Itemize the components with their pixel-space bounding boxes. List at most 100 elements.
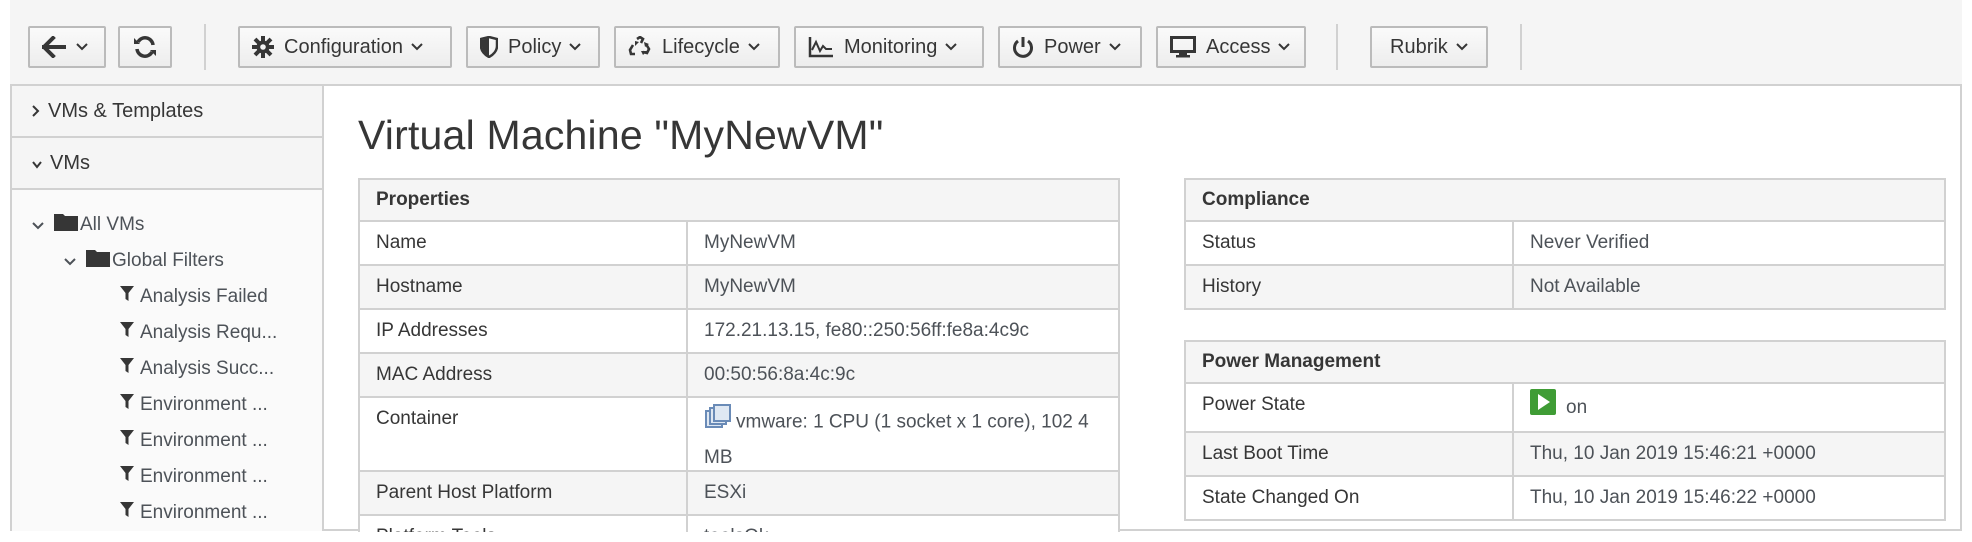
arrow-left-icon: [42, 36, 66, 58]
tree-filter-item[interactable]: Analysis Requ...: [120, 318, 277, 348]
tree-node-all-vms[interactable]: All VMs: [32, 210, 144, 240]
tree-node-label: Analysis Failed: [140, 286, 268, 307]
chevron-down-icon[interactable]: [32, 214, 48, 236]
configuration-menu-button[interactable]: Configuration: [238, 26, 452, 68]
table-row: Power State on: [1186, 384, 1944, 433]
power-icon: [1012, 36, 1034, 58]
chevron-down-icon: [1456, 43, 1468, 51]
gear-icon: [252, 36, 274, 58]
toolbar-separator: [1336, 24, 1338, 70]
power-label: Power: [1044, 35, 1101, 58]
property-value: ESXi: [704, 482, 747, 503]
table-row: History Not Available: [1186, 266, 1944, 308]
tree-filter-item[interactable]: Analysis Failed: [120, 282, 268, 312]
refresh-icon: [133, 35, 157, 59]
compliance-panel: Compliance Status Never Verified History…: [1184, 178, 1946, 310]
chevron-down-icon: [32, 152, 42, 175]
monitoring-menu-button[interactable]: Monitoring: [794, 26, 984, 68]
chevron-down-icon[interactable]: [64, 250, 80, 272]
rubrik-label: Rubrik: [1390, 35, 1448, 58]
table-row: IP Addresses 172.21.13.15, fe80::250:56f…: [360, 310, 1118, 354]
panel-heading: Properties: [360, 180, 1118, 222]
property-key: History: [1186, 266, 1514, 308]
tree-node-label: Analysis Succ...: [140, 358, 275, 379]
panel-heading: Compliance: [1186, 180, 1944, 222]
properties-panel: Properties Name MyNewVM Hostname MyNewVM…: [358, 178, 1120, 532]
recycle-icon: [628, 36, 652, 58]
property-value-container: vmware: 1 CPU (1 socket x 1 core), 102 4…: [688, 398, 1118, 470]
property-key: State Changed On: [1186, 477, 1514, 519]
lifecycle-label: Lifecycle: [662, 35, 740, 58]
property-key: Parent Host Platform: [360, 472, 688, 514]
property-key: Status: [1186, 222, 1514, 264]
filter-icon: [120, 358, 134, 380]
tree-node-global-filters[interactable]: Global Filters: [64, 246, 224, 276]
tree-node-label: All VMs: [80, 214, 145, 235]
toolbar-separator: [204, 24, 206, 70]
property-value: toolsOk: [688, 516, 784, 532]
chevron-down-icon: [1278, 43, 1291, 51]
chevron-down-icon: [945, 43, 958, 51]
property-value: Not Available: [1530, 276, 1641, 297]
power-management-panel: Power Management Power State on Last Boo…: [1184, 340, 1946, 521]
property-value: on: [1566, 396, 1588, 418]
tree-filter-item[interactable]: Environment ...: [120, 426, 268, 456]
tree-filter-item[interactable]: Environment ...: [120, 498, 268, 528]
property-value: Thu, 10 Jan 2019 15:46:21 +0000: [1530, 443, 1816, 464]
property-key: Hostname: [360, 266, 688, 308]
configuration-label: Configuration: [284, 35, 403, 58]
accordion-label: VMs: [50, 151, 90, 174]
tree-filter-item[interactable]: Environment ...: [120, 390, 268, 420]
tree-node-label: Environment ...: [140, 466, 268, 487]
vmware-icon: [704, 403, 732, 442]
toolbar: Configuration Policy Lifecycle Monitorin…: [10, 0, 1962, 86]
table-row: State Changed On Thu, 10 Jan 2019 15:46:…: [1186, 477, 1944, 519]
power-menu-button[interactable]: Power: [998, 26, 1142, 68]
property-key: Last Boot Time: [1186, 433, 1514, 475]
reload-button[interactable]: [118, 26, 172, 68]
property-value: vmware: 1 CPU (1 socket x 1 core), 102 4…: [704, 411, 1089, 468]
table-row: Parent Host Platform ESXi: [360, 472, 1118, 516]
property-value: Thu, 10 Jan 2019 15:46:22 +0000: [1530, 487, 1816, 508]
tree-filter-item[interactable]: Environment ...: [120, 462, 268, 492]
rubrik-menu-button[interactable]: Rubrik: [1370, 26, 1488, 68]
page-title: Virtual Machine "MyNewVM": [358, 112, 884, 158]
property-value: MyNewVM: [704, 276, 796, 297]
accordion-vms[interactable]: VMs: [12, 138, 322, 190]
lifecycle-menu-button[interactable]: Lifecycle: [614, 26, 780, 68]
tree-filter-item[interactable]: Analysis Succ...: [120, 354, 274, 384]
filter-icon: [120, 286, 134, 308]
policy-menu-button[interactable]: Policy: [466, 26, 600, 68]
property-value: 172.21.13.15, fe80::250:56ff:fe8a:4c9c: [704, 320, 1030, 341]
line-chart-icon: [808, 36, 834, 58]
folder-icon: [54, 213, 78, 237]
chevron-down-icon: [76, 43, 88, 51]
policy-label: Policy: [508, 35, 562, 58]
monitor-icon: [1170, 36, 1196, 58]
chevron-down-icon: [411, 43, 423, 51]
shield-icon: [480, 36, 498, 58]
table-row: MAC Address 00:50:56:8a:4c:9c: [360, 354, 1118, 398]
property-key: Platform Tools: [360, 516, 688, 532]
accordion-label: VMs & Templates: [48, 99, 204, 122]
access-menu-button[interactable]: Access: [1156, 26, 1306, 68]
accordion-vms-templates[interactable]: VMs & Templates: [12, 86, 322, 138]
property-key: IP Addresses: [360, 310, 688, 352]
power-on-icon: [1530, 389, 1556, 426]
tree-node-label: Environment ...: [140, 430, 268, 451]
chevron-down-icon: [748, 43, 760, 51]
table-row: Name MyNewVM: [360, 222, 1118, 266]
table-row: Last Boot Time Thu, 10 Jan 2019 15:46:21…: [1186, 433, 1944, 477]
monitoring-label: Monitoring: [844, 35, 938, 58]
table-row: Status Never Verified: [1186, 222, 1944, 266]
back-button[interactable]: [28, 26, 106, 68]
folder-icon: [86, 249, 110, 273]
filter-icon: [120, 322, 134, 344]
filter-icon: [120, 394, 134, 416]
table-row: Platform Tools toolsOk: [360, 516, 1118, 532]
filter-icon: [120, 466, 134, 488]
tree-node-label: Analysis Requ...: [140, 322, 278, 343]
property-key: Name: [360, 222, 688, 264]
tree-node-label: Environment ...: [140, 394, 268, 415]
tree-node-label: Environment ...: [140, 502, 268, 523]
